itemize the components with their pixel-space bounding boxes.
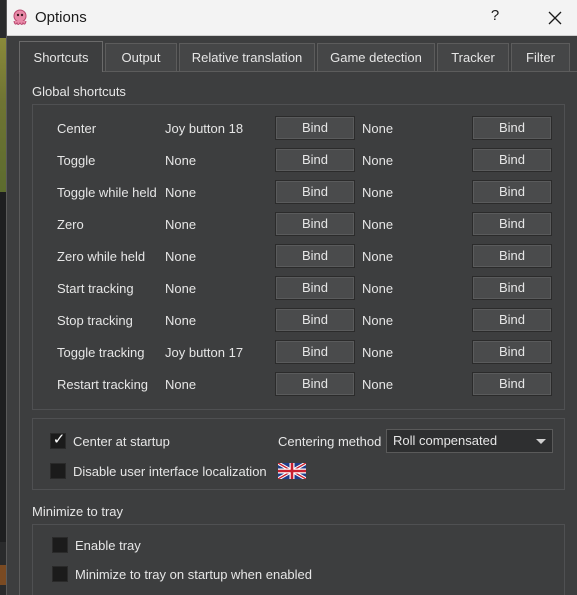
bind-primary-button[interactable]: Bind (275, 244, 355, 268)
centering-method-value: Roll compensated (393, 433, 498, 448)
shortcut-key-primary: None (165, 185, 197, 200)
tab-filter[interactable]: Filter (511, 43, 570, 71)
tab-tracker[interactable]: Tracker (437, 43, 509, 71)
shortcut-key-secondary: None (362, 185, 394, 200)
tray-options-group (32, 524, 565, 595)
shortcut-action-label: Toggle (57, 153, 96, 168)
centering-method-label: Centering method (278, 434, 382, 449)
bind-secondary-button[interactable]: Bind (472, 212, 552, 236)
disable-localization-checkbox[interactable] (50, 463, 66, 479)
shortcut-key-primary: None (165, 153, 197, 168)
shortcut-action-label: Start tracking (57, 281, 134, 296)
octopus-app-icon (13, 9, 27, 25)
shortcut-action-label: Zero while held (57, 249, 146, 264)
shortcut-action-label: Zero (57, 217, 84, 232)
shortcut-key-secondary: None (362, 121, 394, 136)
bind-primary-button[interactable]: Bind (275, 116, 355, 140)
bind-primary-button[interactable]: Bind (275, 276, 355, 300)
shortcut-key-secondary: None (362, 377, 394, 392)
global-shortcuts-title: Global shortcuts (32, 84, 126, 99)
bind-primary-button[interactable]: Bind (275, 308, 355, 332)
tab-relative-translation[interactable]: Relative translation (179, 43, 315, 71)
bind-secondary-button[interactable]: Bind (472, 116, 552, 140)
tab-game-detection[interactable]: Game detection (317, 43, 435, 71)
bind-primary-button[interactable]: Bind (275, 340, 355, 364)
bind-primary-button[interactable]: Bind (275, 372, 355, 396)
shortcut-key-primary: None (165, 281, 197, 296)
chevron-down-icon (536, 439, 546, 444)
center-at-startup-label: Center at startup (73, 434, 170, 449)
shortcut-key-secondary: None (362, 249, 394, 264)
bind-secondary-button[interactable]: Bind (472, 180, 552, 204)
shortcut-key-secondary: None (362, 345, 394, 360)
close-icon[interactable] (541, 6, 569, 30)
shortcuts-tab-panel: Global shortcuts Center Joy button 18 Bind… (19, 71, 577, 595)
shortcut-action-label: Toggle while held (57, 185, 157, 200)
window-title: Options (35, 9, 87, 26)
bind-primary-button[interactable]: Bind (275, 212, 355, 236)
shortcut-key-primary: None (165, 313, 197, 328)
shortcut-action-label: Toggle tracking (57, 345, 145, 360)
shortcut-key-primary: Joy button 17 (165, 345, 244, 360)
shortcut-key-secondary: None (362, 313, 394, 328)
shortcut-action-label: Restart tracking (57, 377, 149, 392)
bind-secondary-button[interactable]: Bind (472, 244, 552, 268)
help-button[interactable]: ? (483, 7, 507, 29)
shortcut-key-primary: None (165, 217, 197, 232)
shortcut-key-primary: None (165, 377, 197, 392)
minimize-on-startup-label: Minimize to tray on startup when enabled (75, 567, 313, 582)
shortcut-key-secondary: None (362, 281, 394, 296)
bind-secondary-button[interactable]: Bind (472, 308, 552, 332)
disable-localization-label: Disable user interface localization (73, 464, 267, 479)
bind-secondary-button[interactable]: Bind (472, 340, 552, 364)
shortcut-key-secondary: None (362, 153, 394, 168)
minimize-on-startup-checkbox[interactable] (52, 566, 68, 582)
uk-flag-icon (278, 463, 306, 479)
checkmark-icon: ✓ (52, 431, 66, 448)
options-window: Options ? Global shortcuts Center Joy but… (6, 0, 577, 595)
enable-tray-label: Enable tray (75, 538, 141, 553)
bind-secondary-button[interactable]: Bind (472, 148, 552, 172)
bind-secondary-button[interactable]: Bind (472, 276, 552, 300)
bind-primary-button[interactable]: Bind (275, 180, 355, 204)
minimize-to-tray-title: Minimize to tray (32, 504, 124, 519)
shortcut-key-primary: Joy button 18 (165, 121, 244, 136)
bind-primary-button[interactable]: Bind (275, 148, 355, 172)
tab-shortcuts[interactable]: Shortcuts (19, 41, 103, 72)
enable-tray-checkbox[interactable] (52, 537, 68, 553)
shortcut-key-primary: None (165, 249, 197, 264)
shortcut-key-secondary: None (362, 217, 394, 232)
center-at-startup-checkbox[interactable]: ✓ (50, 431, 66, 449)
centering-method-select[interactable]: Roll compensated (386, 429, 553, 453)
title-bar: Options ? (7, 0, 577, 36)
bind-secondary-button[interactable]: Bind (472, 372, 552, 396)
shortcut-action-label: Stop tracking (57, 313, 133, 328)
shortcut-action-label: Center (57, 121, 97, 136)
tab-output[interactable]: Output (105, 43, 177, 71)
